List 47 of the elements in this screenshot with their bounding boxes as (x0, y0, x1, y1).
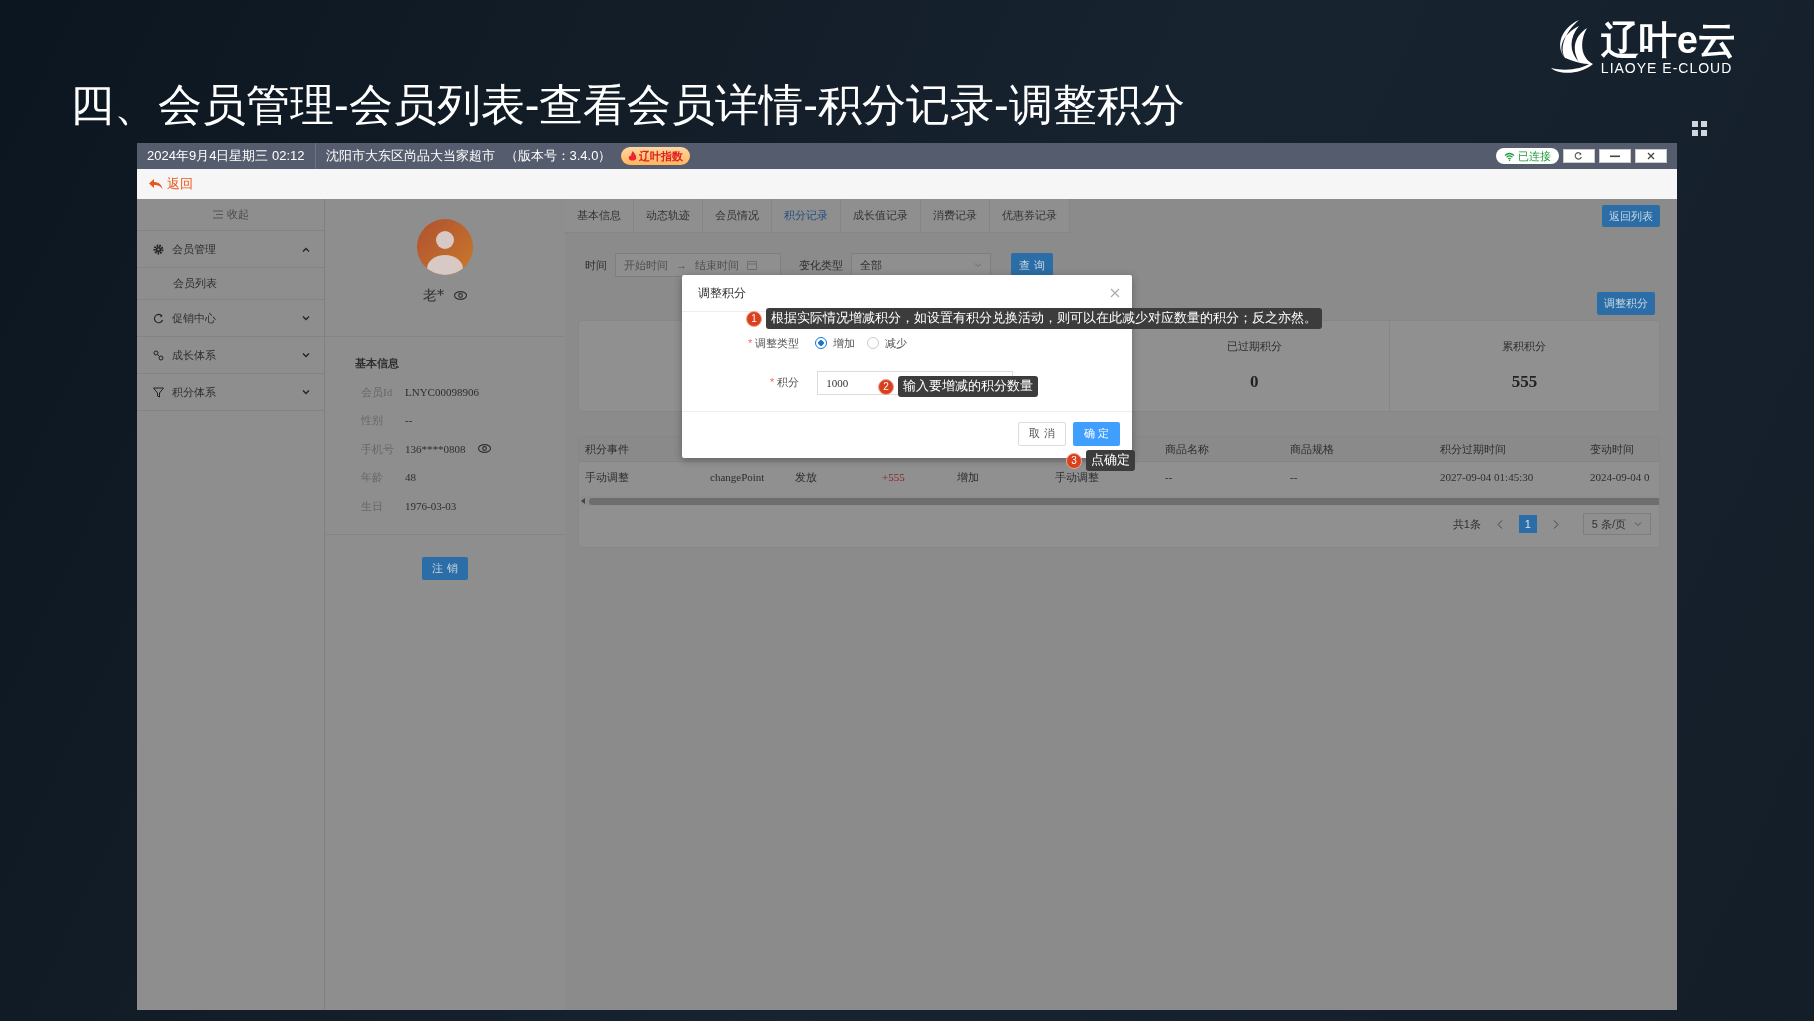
connection-status: 已连接 (1496, 148, 1559, 164)
slide-title: 四、会员管理-会员列表-查看会员详情-积分记录-调整积分 (70, 79, 1185, 131)
version-text: （版本号：3.4.0） (504, 147, 612, 166)
field-value: 136****0808 (405, 441, 466, 457)
hint-tooltip: 根据实际情况增减积分，如设置有积分兑换活动，则可以在此减少对应数量的积分；反之亦然。 (766, 308, 1322, 329)
dialog-title: 调整积分 (698, 285, 746, 302)
logo-subtitle: LIAOYE E-CLOUD (1600, 60, 1734, 76)
stat-value: 555 (1511, 370, 1538, 393)
table-cell-text: 2027-09-04 01:45:30 (1439, 469, 1535, 485)
number-tooltip: 1 (746, 310, 762, 327)
section-title: 基本信息 (355, 356, 400, 371)
column-header: 变动时间 (1589, 442, 1635, 458)
field-value: -- (405, 413, 413, 428)
hint-tooltip: 输入要增减的积分数量 (898, 376, 1038, 397)
field-label: 积分 (777, 375, 800, 391)
field-label: 调整类型 (755, 336, 800, 351)
stat-label: 已过期积分 (1226, 339, 1282, 354)
total-count: 共1条 (1452, 516, 1481, 532)
stat-label: 累积积分 (1502, 339, 1547, 354)
field-value: LNYC00098906 (405, 384, 479, 400)
filter-label: 变化类型 (799, 257, 843, 273)
field-value: 1976-03-03 (405, 498, 457, 514)
table-cell-text: -- (1164, 469, 1174, 485)
column-header: 商品规格 (1289, 442, 1335, 458)
hint-tooltip: 点确定 (1086, 450, 1135, 471)
table-cell-text: 手动调整 (1054, 469, 1100, 485)
field-value: 48 (405, 470, 416, 485)
column-header: 积分事件 (584, 442, 630, 458)
filter-label: 时间 (585, 257, 607, 273)
table-cell-text: -- (1289, 469, 1299, 485)
store-name: 沈阳市大东区尚品大当家超市 (325, 147, 495, 166)
number-tooltip: 3 (1066, 452, 1082, 469)
datetime-text: 2024年9月4日星期三 02:12 (147, 147, 305, 166)
table-cell-text: 增加 (956, 469, 980, 485)
member-name: 老* (423, 286, 444, 305)
logo-text: 辽叶e云 (1600, 20, 1736, 60)
placeholder-text: → (676, 257, 687, 273)
column-header: 积分过期时间 (1439, 442, 1507, 458)
column-header: 商品名称 (1164, 442, 1210, 458)
table-cell-text: 手动调整 (584, 469, 630, 485)
required-mark: * (748, 336, 753, 351)
table-cell-text: changePoint (709, 469, 766, 485)
table-cell-text: 2024-09-04 0 (1589, 469, 1651, 485)
table-cell-text: +555 (881, 469, 906, 485)
stat-value: 0 (1249, 370, 1259, 393)
required-mark: * (770, 375, 775, 391)
table-cell-text: 发放 (794, 469, 818, 485)
